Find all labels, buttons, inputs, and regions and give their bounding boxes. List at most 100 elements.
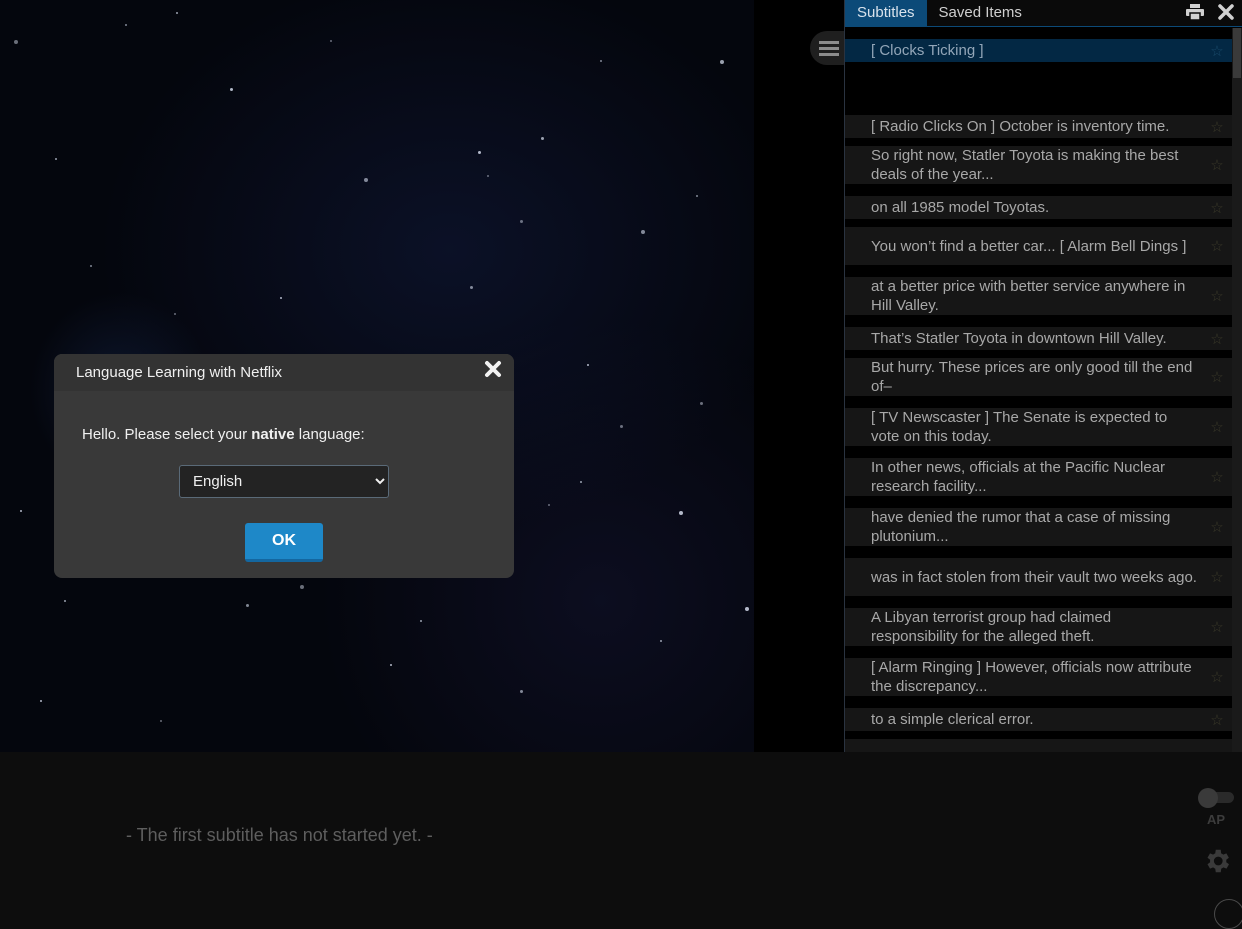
- star-icon[interactable]: ☆: [1202, 237, 1232, 255]
- scrollbar[interactable]: [1232, 28, 1242, 752]
- star-particle: [300, 585, 304, 589]
- dialog-message: Hello. Please select your native languag…: [82, 426, 365, 443]
- print-icon[interactable]: [1186, 3, 1204, 23]
- subtitle-row[interactable]: The F.B.I., which is investigating the m…: [845, 739, 1232, 752]
- star-icon[interactable]: ☆: [1202, 668, 1232, 686]
- star-particle: [520, 690, 523, 693]
- ok-button[interactable]: OK: [245, 523, 323, 562]
- star-particle: [487, 175, 489, 177]
- star-particle: [696, 195, 698, 197]
- hamburger-icon-bar: [819, 46, 839, 50]
- subtitle-row[interactable]: at a better price with better service an…: [845, 277, 1232, 315]
- star-particle: [90, 265, 92, 267]
- subtitle-row[interactable]: on all 1985 model Toyotas. ☆: [845, 196, 1232, 219]
- subtitle-text: [ Alarm Ringing ] However, officials now…: [871, 659, 1192, 695]
- star-particle: [587, 364, 589, 366]
- star-icon[interactable]: ☆: [1202, 711, 1232, 729]
- subtitle-text: But hurry. These prices are only good ti…: [871, 359, 1193, 395]
- hamburger-icon-bar: [819, 40, 839, 44]
- subtitle-text: So right now, Statler Toyota is making t…: [871, 147, 1179, 183]
- subtitle-text: to a simple clerical error.: [871, 711, 1034, 728]
- native-language-select[interactable]: English: [179, 465, 389, 498]
- star-icon[interactable]: ☆: [1202, 568, 1232, 586]
- dialog-header: Language Learning with Netflix: [54, 354, 514, 391]
- star-particle: [20, 510, 22, 512]
- star-icon[interactable]: ☆: [1202, 42, 1232, 60]
- subtitle-bar: - The first subtitle has not started yet…: [0, 752, 1242, 929]
- subtitle-text: at a better price with better service an…: [871, 278, 1186, 314]
- star-icon[interactable]: ☆: [1202, 418, 1232, 436]
- subtitle-text: A Libyan terrorist group had claimed res…: [871, 609, 1112, 645]
- star-particle: [364, 178, 368, 182]
- star-particle: [55, 158, 57, 160]
- language-dialog: Language Learning with Netflix Hello. Pl…: [54, 354, 514, 578]
- panel-menu-button[interactable]: [810, 31, 846, 65]
- panel-tabs: Subtitles Saved Items: [845, 0, 1242, 27]
- tab-saved-items[interactable]: Saved Items: [927, 0, 1034, 26]
- subtitle-row[interactable]: A Libyan terrorist group had claimed res…: [845, 608, 1232, 646]
- star-particle: [700, 402, 703, 405]
- close-icon[interactable]: [1218, 3, 1234, 23]
- star-particle: [125, 24, 127, 26]
- subtitle-row[interactable]: [ TV Newscaster ] The Senate is expected…: [845, 408, 1232, 446]
- scroll-thumb[interactable]: [1233, 28, 1241, 78]
- star-icon[interactable]: ☆: [1202, 118, 1232, 136]
- star-icon[interactable]: ☆: [1202, 330, 1232, 348]
- star-icon[interactable]: ☆: [1202, 368, 1232, 386]
- star-particle: [548, 504, 550, 506]
- hamburger-icon-bar: [819, 52, 839, 56]
- star-particle: [679, 511, 683, 515]
- star-icon[interactable]: ☆: [1202, 618, 1232, 636]
- subtitle-row[interactable]: That’s Statler Toyota in downtown Hill V…: [845, 327, 1232, 350]
- star-particle: [541, 137, 544, 140]
- subtitle-row[interactable]: to a simple clerical error. ☆: [845, 708, 1232, 731]
- star-particle: [520, 220, 523, 223]
- subtitle-text: have denied the rumor that a case of mis…: [871, 509, 1171, 545]
- subtitle-row[interactable]: [ Radio Clicks On ] October is inventory…: [845, 115, 1232, 138]
- subtitle-row[interactable]: You won’t find a better car... [ Alarm B…: [845, 227, 1232, 265]
- star-icon[interactable]: ☆: [1202, 156, 1232, 174]
- star-particle: [230, 88, 233, 91]
- autopause-toggle[interactable]: [1198, 788, 1234, 808]
- subtitle-text: was in fact stolen from their vault two …: [871, 568, 1197, 586]
- toggle-knob: [1198, 788, 1218, 808]
- message-prefix: Hello. Please select your: [82, 426, 252, 443]
- star-particle: [174, 313, 176, 315]
- star-particle: [745, 607, 749, 611]
- subtitle-row[interactable]: have denied the rumor that a case of mis…: [845, 508, 1232, 546]
- subtitle-text: [ Radio Clicks On ] October is inventory…: [871, 118, 1170, 135]
- subtitle-row[interactable]: In other news, officials at the Pacific …: [845, 458, 1232, 496]
- star-particle: [641, 230, 645, 234]
- star-particle: [660, 640, 662, 642]
- star-particle: [14, 40, 18, 44]
- subtitle-row[interactable]: was in fact stolen from their vault two …: [845, 558, 1232, 596]
- gear-icon[interactable]: [1202, 846, 1232, 876]
- star-particle: [330, 40, 332, 42]
- subtitle-list[interactable]: [ Clocks Ticking ] ☆ [ Radio Clicks On ] O…: [845, 28, 1232, 752]
- subtitle-row[interactable]: [ Alarm Ringing ] However, officials now…: [845, 658, 1232, 696]
- star-icon[interactable]: ☆: [1202, 287, 1232, 305]
- star-particle: [620, 425, 623, 428]
- star-icon[interactable]: ☆: [1202, 518, 1232, 536]
- subtitle-row[interactable]: So right now, Statler Toyota is making t…: [845, 146, 1232, 184]
- star-particle: [390, 664, 392, 666]
- subtitle-text: [ Clocks Ticking ]: [871, 42, 984, 59]
- star-icon[interactable]: ☆: [1202, 468, 1232, 486]
- star-particle: [420, 620, 422, 622]
- star-icon[interactable]: ☆: [1202, 199, 1232, 217]
- star-particle: [246, 604, 249, 607]
- subtitle-row[interactable]: [ Clocks Ticking ] ☆: [845, 39, 1232, 62]
- subtitle-text: [ TV Newscaster ] The Senate is expected…: [871, 409, 1168, 445]
- dialog-title: Language Learning with Netflix: [76, 364, 282, 381]
- star-particle: [160, 720, 162, 722]
- subtitle-text: That’s Statler Toyota in downtown Hill V…: [871, 330, 1167, 347]
- autopause-label: AP: [1207, 812, 1226, 827]
- tab-subtitles[interactable]: Subtitles: [845, 0, 927, 26]
- subtitle-row[interactable]: But hurry. These prices are only good ti…: [845, 358, 1232, 396]
- extra-control-button[interactable]: [1214, 899, 1242, 929]
- subtitle-text: In other news, officials at the Pacific …: [871, 459, 1166, 495]
- subtitle-panel: Subtitles Saved Items [ Clocks Ticking ]…: [844, 0, 1242, 752]
- star-particle: [280, 297, 282, 299]
- star-particle: [470, 286, 473, 289]
- close-icon[interactable]: [484, 360, 502, 382]
